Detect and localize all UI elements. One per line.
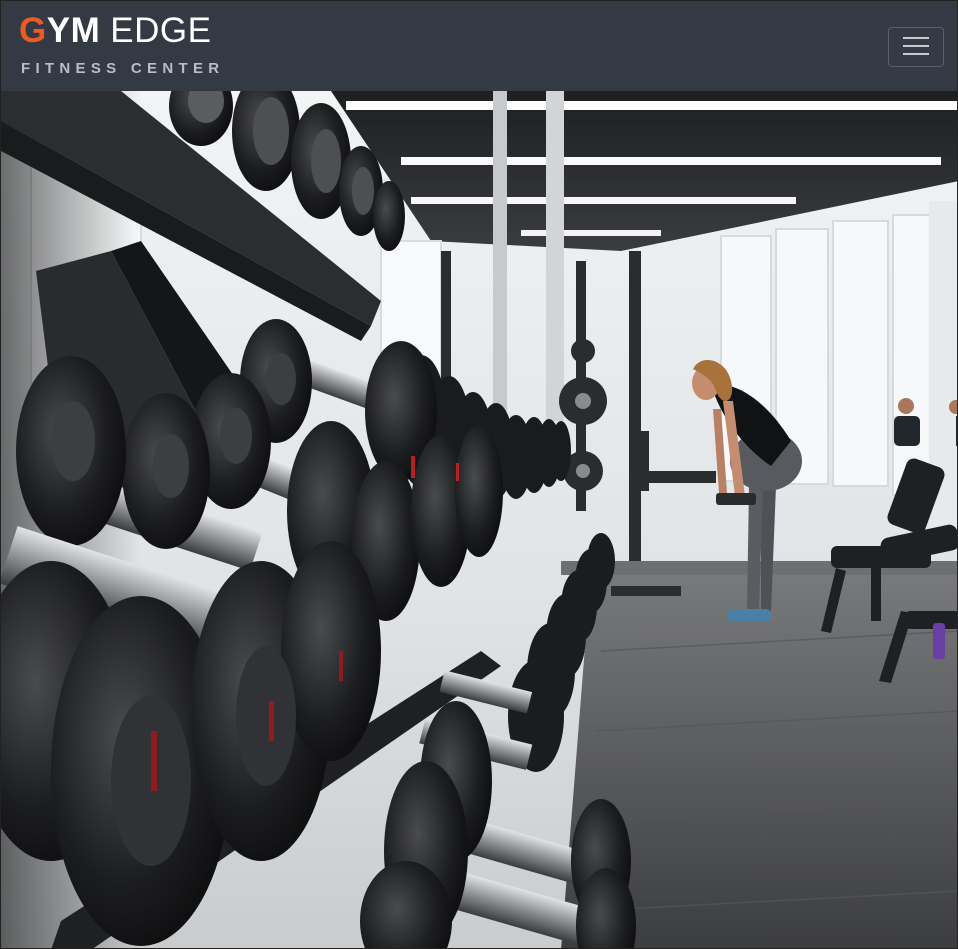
brand-title-g: G [19, 11, 47, 50]
brand-title-ym: YM [46, 11, 101, 50]
gym-dumbbell-rack-photo [1, 91, 957, 948]
navbar: GYM EDGE FITNESS CENTER [1, 1, 957, 91]
brand-title: GYM EDGE [19, 12, 224, 50]
brand-logo-link[interactable]: GYM EDGE FITNESS CENTER [19, 12, 225, 78]
page: GYM EDGE FITNESS CENTER [0, 0, 958, 949]
hamburger-icon [903, 36, 929, 59]
brand-subtitle: FITNESS CENTER [21, 60, 225, 77]
brand-title-edge: EDGE [110, 11, 212, 50]
hero-image [1, 91, 957, 948]
menu-toggle-button[interactable] [888, 27, 944, 67]
